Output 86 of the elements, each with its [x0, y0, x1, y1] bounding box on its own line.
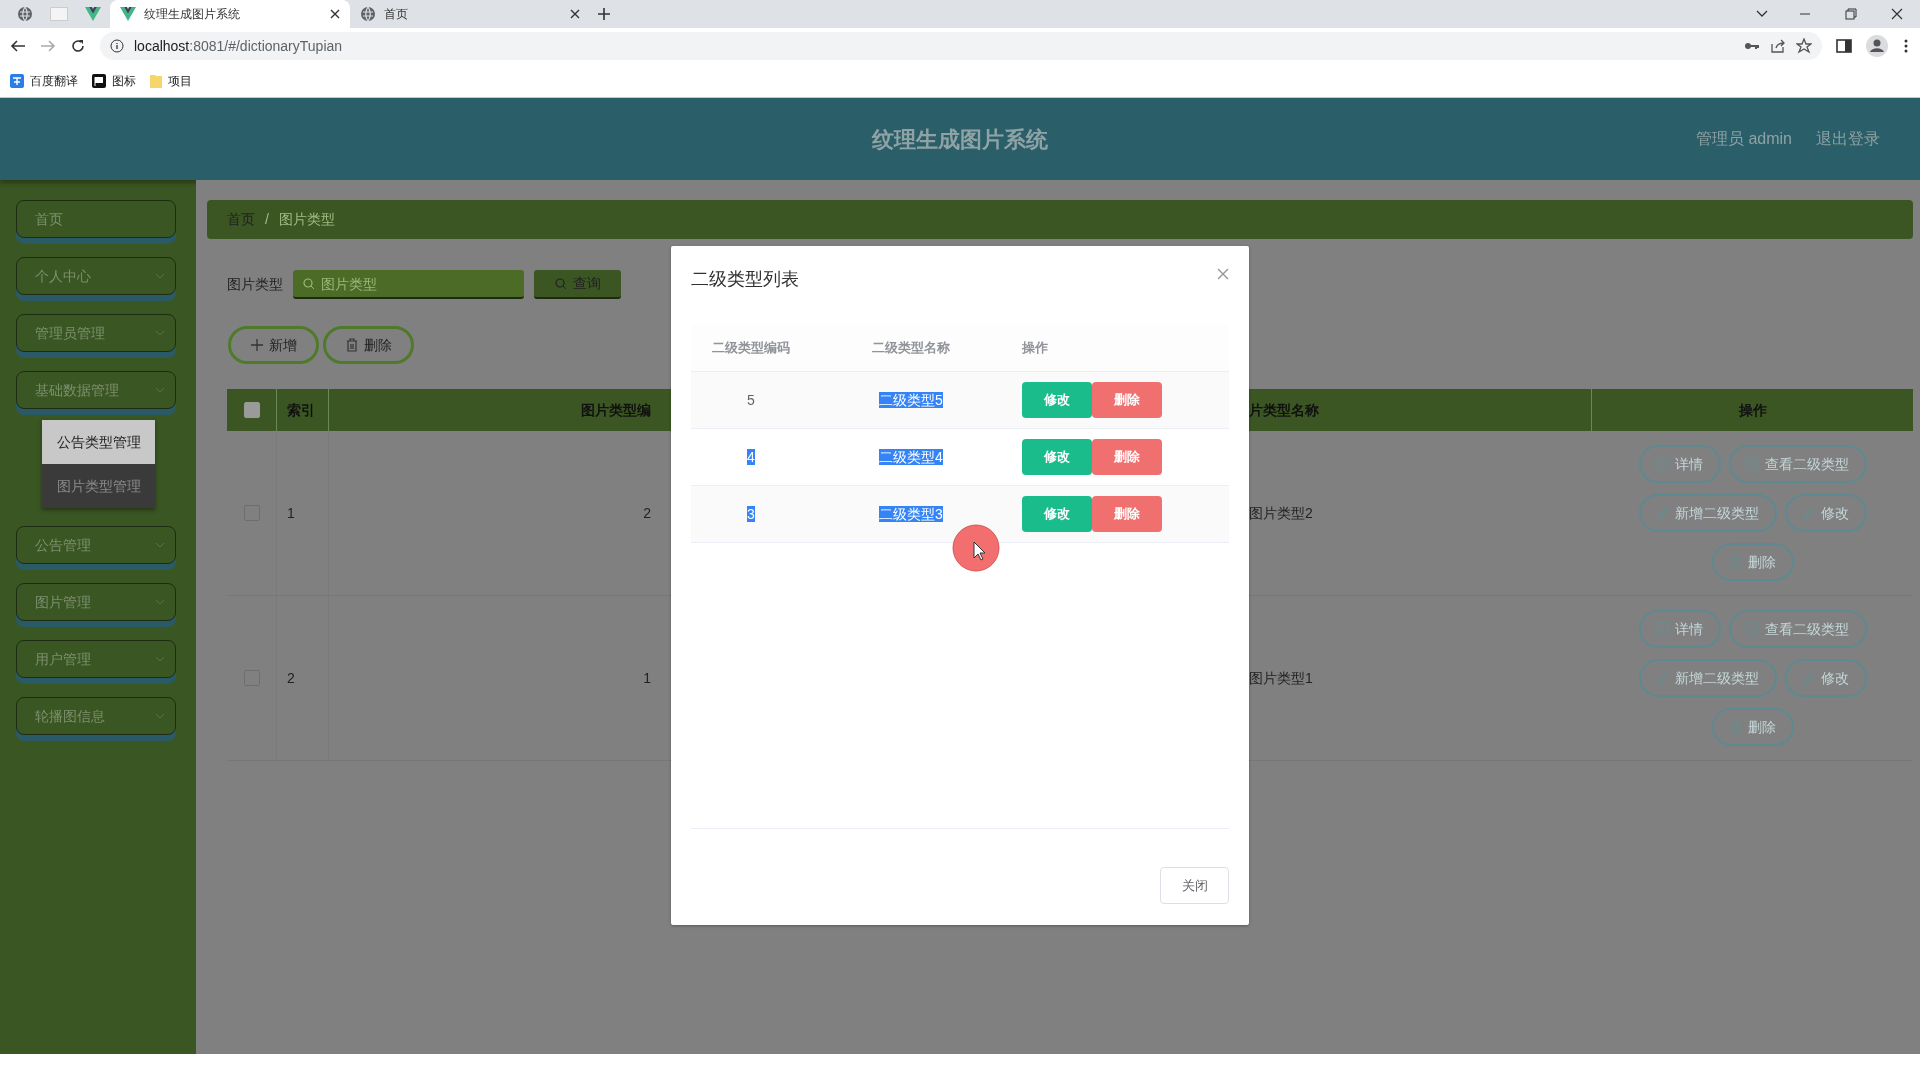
delete-button[interactable]: 删除	[1092, 382, 1162, 418]
table-cell-text: 1	[287, 503, 295, 523]
table-cell-text: 图片类型1	[1249, 668, 1313, 688]
delete-button[interactable]: 删除	[1092, 496, 1162, 532]
edit-button[interactable]: 修改	[1784, 494, 1867, 532]
dialog-title: 二级类型列表	[691, 268, 799, 291]
details-button[interactable]: 详情	[1638, 445, 1721, 483]
table-cell-text: 1	[643, 668, 651, 688]
close-icon	[1217, 268, 1229, 280]
delete-button[interactable]: 删除	[1711, 543, 1794, 581]
column-header: 操作	[1022, 338, 1048, 357]
delete-button[interactable]: 删除	[323, 326, 414, 364]
field-label: 图片类型	[227, 275, 283, 294]
chevron-down-icon	[155, 599, 165, 605]
chevron-down-icon	[155, 542, 165, 548]
table-cell-text: 2	[287, 668, 295, 688]
add-button[interactable]: 新增	[228, 326, 319, 364]
column-header: 图片类型编	[581, 400, 651, 420]
flag-icon	[92, 73, 106, 88]
table-cell: 二级类型5	[879, 391, 943, 408]
separator: /	[265, 210, 269, 229]
search-field[interactable]: 图片类型	[293, 270, 524, 299]
add-button[interactable]: 新增二级类型	[1638, 659, 1777, 697]
delete-button[interactable]: 删除	[1711, 708, 1794, 746]
table-cell: 3	[747, 505, 755, 522]
column-header: 二级类型编码	[712, 339, 790, 355]
globe-icon	[360, 6, 376, 22]
table-cell: 4	[747, 448, 755, 465]
folder-icon	[150, 73, 162, 88]
close-icon[interactable]	[330, 9, 340, 19]
star-icon[interactable]	[1796, 38, 1812, 54]
logout-link[interactable]: 退出登录	[1816, 127, 1880, 151]
checkbox[interactable]	[243, 402, 260, 418]
translate-icon	[10, 73, 24, 88]
edit-button[interactable]: 修改	[1022, 382, 1092, 418]
column-header: 二级类型名称	[872, 339, 950, 355]
table-cell-text: 图片类型2	[1249, 503, 1313, 523]
globe-icon	[17, 6, 33, 22]
edit-button[interactable]: 修改	[1022, 496, 1092, 532]
app-title: 纹理生成图片系统	[872, 125, 1048, 154]
search-icon	[554, 277, 567, 290]
close-button[interactable]: 关闭	[1160, 867, 1229, 904]
edit-button[interactable]: 修改	[1022, 439, 1092, 475]
v-logo-icon	[120, 7, 136, 21]
chevron-down-icon	[155, 387, 165, 393]
user-label: 管理员 admin	[1695, 129, 1792, 149]
table-cell: 二级类型4	[879, 448, 943, 465]
edit-button[interactable]: 修改	[1784, 659, 1867, 697]
delete-button[interactable]: 删除	[1092, 439, 1162, 475]
browser-tab[interactable]: 纹理生成图片系统	[110, 0, 350, 28]
info-icon	[110, 39, 124, 53]
page-icon	[50, 7, 68, 21]
view-button[interactable]: 查看二级类型	[1728, 445, 1867, 483]
chevron-down-icon	[155, 273, 165, 279]
browser-tab[interactable]: 首页	[350, 0, 590, 28]
bookmark[interactable]: 百度翻译	[10, 71, 78, 90]
plus-icon	[250, 339, 263, 351]
view-button[interactable]: 查看二级类型	[1728, 610, 1867, 648]
url-text: localhost:8081/#/dictionaryTupian	[134, 36, 343, 56]
column-header: 操作	[1738, 400, 1767, 420]
v-logo-icon	[85, 7, 101, 21]
bookmark[interactable]: 项目	[150, 71, 192, 90]
table-cell: 二级类型3	[879, 505, 943, 522]
breadcrumb-current: 图片类型	[278, 210, 335, 229]
address-bar[interactable]: localhost:8081/#/dictionaryTupian	[100, 32, 1822, 60]
submenu-item[interactable]: 图片类型管理	[42, 464, 155, 508]
share-icon[interactable]	[1770, 38, 1786, 54]
profile-icon[interactable]	[1866, 35, 1888, 57]
back-icon[interactable]	[10, 38, 26, 54]
add-button[interactable]: 新增二级类型	[1638, 494, 1777, 532]
more-icon[interactable]	[1902, 38, 1910, 54]
search-icon	[303, 278, 315, 290]
side-panel-icon[interactable]	[1836, 38, 1852, 54]
chevron-down-icon	[155, 656, 165, 662]
table-cell-text: 2	[643, 503, 651, 523]
table-cell: 5	[747, 391, 755, 408]
close-icon[interactable]	[570, 9, 580, 19]
chevron-down-icon	[155, 713, 165, 719]
bookmark[interactable]: 图标	[92, 71, 136, 90]
column-header: 片类型名称	[1249, 400, 1319, 420]
details-button[interactable]: 详情	[1638, 610, 1721, 648]
trash-icon	[345, 338, 358, 352]
chevron-down-icon	[155, 330, 165, 336]
column-header: 索引	[287, 400, 315, 420]
submenu-item[interactable]: 公告类型管理	[42, 420, 155, 464]
reload-icon[interactable]	[70, 38, 86, 54]
